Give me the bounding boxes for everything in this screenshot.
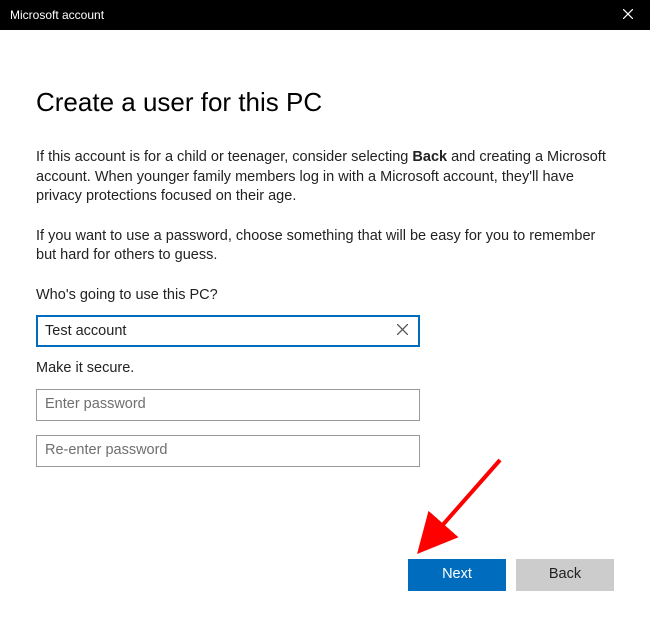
intro-paragraph-1: If this account is for a child or teenag… bbox=[36, 148, 614, 207]
username-input-value: Test account bbox=[45, 322, 393, 342]
annotation-arrow bbox=[405, 455, 525, 575]
clear-input-button[interactable] bbox=[393, 322, 411, 340]
close-button[interactable] bbox=[605, 0, 650, 30]
username-input[interactable]: Test account bbox=[36, 315, 420, 347]
dialog-content: Create a user for this PC If this accoun… bbox=[0, 30, 650, 467]
username-label: Who's going to use this PC? bbox=[36, 286, 614, 306]
text-fragment: If this account is for a child or teenag… bbox=[36, 149, 412, 165]
password-input[interactable]: Enter password bbox=[36, 389, 420, 421]
clear-icon bbox=[397, 322, 408, 342]
back-button-label: Back bbox=[549, 565, 581, 585]
password-confirm-placeholder: Re-enter password bbox=[45, 441, 411, 461]
secure-label: Make it secure. bbox=[36, 359, 614, 379]
window-title: Microsoft account bbox=[10, 7, 104, 23]
next-button-label: Next bbox=[442, 565, 472, 585]
close-icon bbox=[623, 7, 633, 23]
next-button[interactable]: Next bbox=[408, 559, 506, 591]
back-button[interactable]: Back bbox=[516, 559, 614, 591]
intro-paragraph-2: If you want to use a password, choose so… bbox=[36, 227, 614, 266]
password-placeholder: Enter password bbox=[45, 395, 411, 415]
page-heading: Create a user for this PC bbox=[36, 85, 614, 120]
dialog-footer: Next Back bbox=[408, 559, 614, 591]
text-bold-back: Back bbox=[412, 149, 447, 165]
title-bar: Microsoft account bbox=[0, 0, 650, 30]
password-confirm-input[interactable]: Re-enter password bbox=[36, 435, 420, 467]
